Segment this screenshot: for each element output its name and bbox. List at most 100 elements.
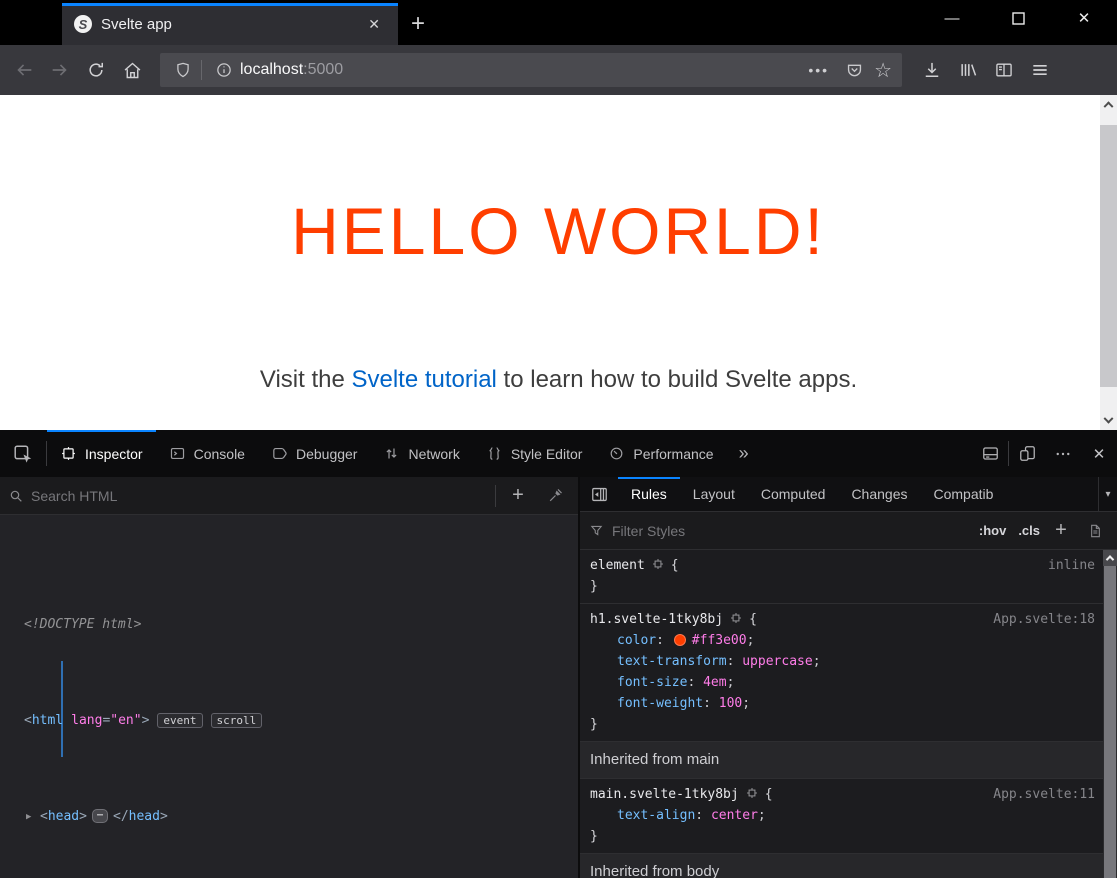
responsive-mode-button[interactable]: [1009, 430, 1045, 477]
sidebar-tabs-overflow-button[interactable]: ▾: [1098, 477, 1117, 511]
home-button[interactable]: [114, 52, 150, 88]
page-content: HELLO WORLD! Visit the Svelte tutorial t…: [0, 95, 1117, 430]
highlight-target-icon[interactable]: [745, 786, 759, 800]
browser-tab[interactable]: S Svelte app ✕: [62, 3, 398, 45]
inherited-from-main-header: Inherited from main: [580, 742, 1117, 779]
tab-style-editor[interactable]: Style Editor: [473, 430, 596, 477]
rule-selector[interactable]: main.svelte-1tky8bj: [590, 787, 739, 802]
downloads-button[interactable]: [914, 52, 950, 88]
add-node-button[interactable]: +: [503, 481, 533, 511]
class-toggle[interactable]: .cls: [1018, 523, 1040, 538]
network-icon: [383, 445, 400, 462]
dom-tree: <!DOCTYPE html> <htmllang="en">eventscro…: [0, 515, 578, 878]
css-declaration[interactable]: font-weight: 100;: [580, 693, 1117, 714]
tab-rules[interactable]: Rules: [618, 477, 680, 511]
add-rule-button[interactable]: +: [1048, 519, 1074, 542]
css-declaration[interactable]: text-align: center;: [580, 805, 1117, 826]
tab-performance[interactable]: Performance: [595, 430, 726, 477]
close-window-button[interactable]: ✕: [1051, 0, 1117, 36]
sidebar-button[interactable]: [986, 52, 1022, 88]
tab-layout[interactable]: Layout: [680, 477, 748, 511]
svelte-favicon-icon: S: [74, 15, 92, 33]
browser-window: S Svelte app ✕ + — ✕: [0, 0, 1117, 878]
filter-styles-input[interactable]: [612, 523, 967, 539]
scroll-down-arrow[interactable]: [1100, 413, 1117, 430]
devtools-body: + <!DOCTYPE html> <htmllang="en">eventsc…: [0, 477, 1117, 878]
color-swatch[interactable]: [674, 634, 686, 646]
download-icon: [922, 60, 942, 80]
scrollbar-thumb[interactable]: [1104, 566, 1116, 878]
scroll-up-arrow[interactable]: [1100, 95, 1117, 112]
tab-label: Style Editor: [511, 446, 583, 462]
back-arrow-icon: [13, 59, 35, 81]
maximize-button[interactable]: [985, 0, 1051, 36]
back-button[interactable]: [6, 52, 42, 88]
css-declaration[interactable]: color: #ff3e00;: [580, 630, 1117, 651]
highlight-target-icon[interactable]: [729, 611, 743, 625]
devtools-toolbar: Inspector Console Debugger Network Style…: [0, 430, 1117, 477]
meatball-menu-icon: [1054, 445, 1072, 463]
tab-changes[interactable]: Changes: [838, 477, 920, 511]
bookmark-star-icon[interactable]: ☆: [874, 58, 892, 83]
rule-location-link[interactable]: App.svelte:11: [993, 784, 1095, 805]
home-icon: [122, 60, 143, 81]
dock-options-button[interactable]: [972, 430, 1008, 477]
rule-selector[interactable]: element: [590, 558, 645, 573]
new-tab-button[interactable]: +: [402, 9, 434, 39]
hamburger-menu-icon: [1030, 60, 1050, 80]
collapse-sidebar-button[interactable]: [580, 477, 618, 511]
page-actions-button[interactable]: •••: [808, 62, 829, 78]
scroll-badge[interactable]: scroll: [211, 713, 263, 728]
tab-inspector[interactable]: Inspector: [47, 430, 156, 477]
devtools-menu-button[interactable]: [1045, 430, 1081, 477]
close-devtools-button[interactable]: ✕: [1081, 430, 1117, 477]
highlight-target-icon[interactable]: [651, 557, 665, 571]
console-icon: [169, 445, 186, 462]
element-picker-icon: [12, 443, 34, 465]
tree-node-doctype[interactable]: <!DOCTYPE html>: [0, 613, 578, 637]
search-html-input[interactable]: [31, 488, 488, 504]
scroll-up-arrow[interactable]: [1103, 550, 1117, 566]
svelte-tutorial-link[interactable]: Svelte tutorial: [351, 366, 496, 393]
filter-funnel-icon: [589, 523, 604, 538]
forward-button[interactable]: [42, 52, 78, 88]
rule-location-link[interactable]: App.svelte:18: [993, 609, 1095, 630]
pocket-icon[interactable]: [845, 61, 864, 80]
library-button[interactable]: [950, 52, 986, 88]
tracking-shield-icon[interactable]: [174, 61, 192, 79]
scrollbar-thumb[interactable]: [1100, 125, 1117, 387]
pseudo-class-toggle[interactable]: :hov: [979, 523, 1006, 538]
tab-computed[interactable]: Computed: [748, 477, 839, 511]
rule-selector[interactable]: h1.svelte-1tky8bj: [590, 612, 723, 627]
element-picker-button[interactable]: [0, 430, 46, 477]
event-badge[interactable]: event: [157, 713, 202, 728]
tab-label: Network: [408, 446, 459, 462]
menu-button[interactable]: [1022, 52, 1058, 88]
debugger-icon: [271, 445, 288, 462]
url-bar[interactable]: localhost:5000 ••• ☆: [160, 53, 902, 87]
main-rule: main.svelte-1tky8bj{App.svelte:11 text-a…: [580, 779, 1117, 854]
element-rule: element{inline }: [580, 550, 1117, 604]
print-media-button[interactable]: [1082, 523, 1108, 539]
tab-network[interactable]: Network: [370, 430, 472, 477]
tab-compatibility[interactable]: Compatib: [920, 477, 1006, 511]
page-scrollbar[interactable]: [1100, 95, 1117, 430]
css-declaration[interactable]: font-size: 4em;: [580, 672, 1117, 693]
h1-rule: h1.svelte-1tky8bj{App.svelte:18 color: #…: [580, 604, 1117, 742]
tab-console[interactable]: Console: [156, 430, 258, 477]
minimize-button[interactable]: —: [919, 0, 985, 36]
tab-close-button[interactable]: ✕: [362, 14, 386, 35]
expand-arrow-icon[interactable]: ▶: [26, 805, 31, 829]
tree-node-head[interactable]: ▶<head>⋯</head>: [0, 805, 578, 829]
reload-button[interactable]: [78, 52, 114, 88]
more-tabs-button[interactable]: »: [727, 430, 761, 477]
sidebar-icon: [994, 60, 1014, 80]
eyedropper-button[interactable]: [540, 481, 570, 511]
tree-node-html[interactable]: <htmllang="en">eventscroll: [0, 709, 578, 733]
site-info-icon[interactable]: [215, 61, 233, 79]
collapsed-content-button[interactable]: ⋯: [92, 809, 108, 823]
tab-title: Svelte app: [101, 16, 362, 33]
css-declaration[interactable]: text-transform: uppercase;: [580, 651, 1117, 672]
tab-debugger[interactable]: Debugger: [258, 430, 371, 477]
rules-scrollbar[interactable]: [1103, 550, 1117, 878]
